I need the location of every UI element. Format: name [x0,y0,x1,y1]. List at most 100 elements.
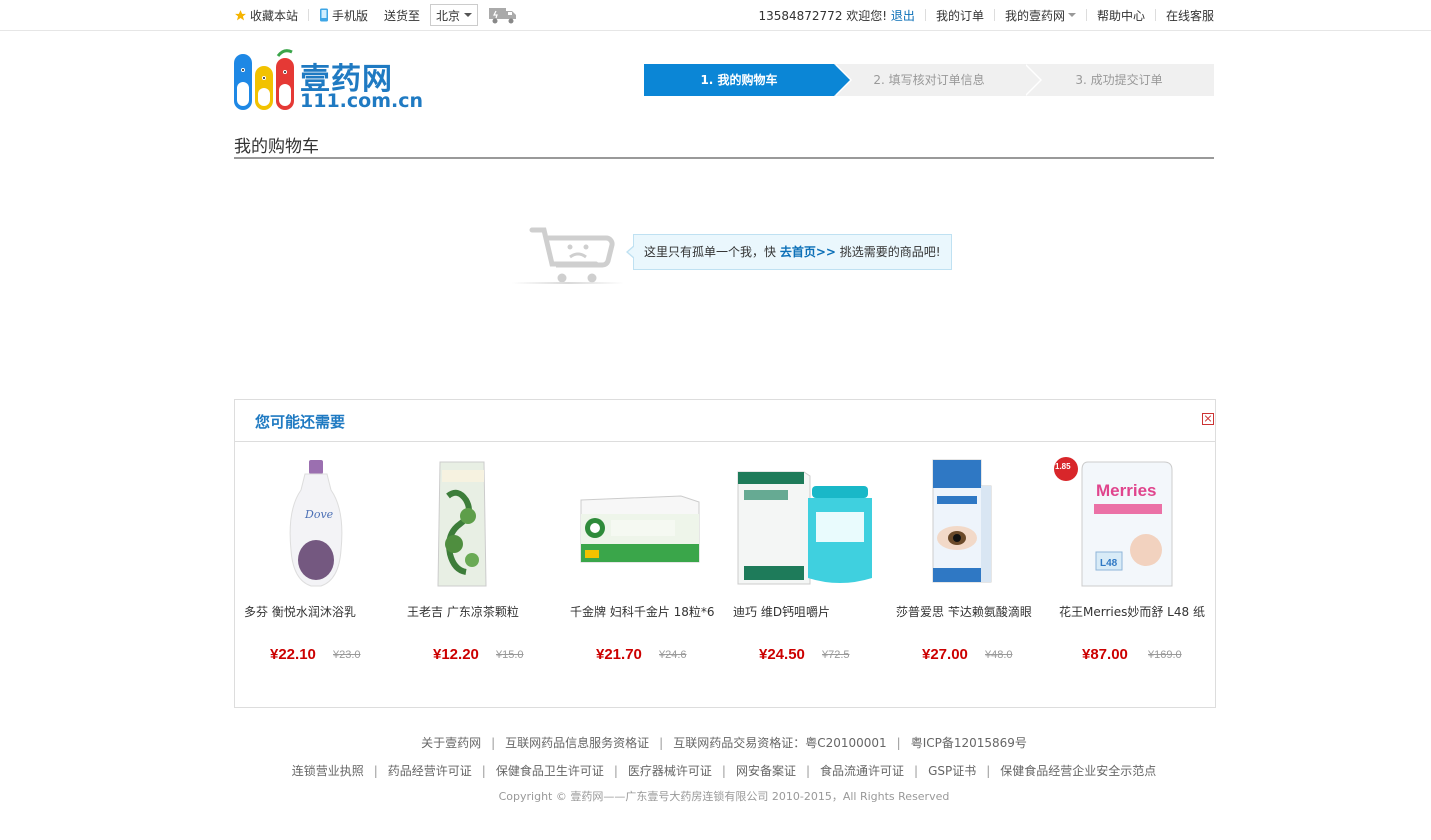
bookmark-label: 收藏本站 [250,8,299,23]
my-account-menu[interactable]: 我的壹药网 [1005,7,1076,24]
divider: | [613,763,618,778]
divider: | [805,763,811,778]
divider [308,9,310,21]
product-original-price: ¥24.6 [659,649,687,661]
step-submit-success: 3. 成功提交订单 [1024,64,1214,96]
logo-pills-icon [234,49,294,110]
divider: | [914,763,919,778]
copyright-text: Copyright © 壹药网——广东壹号大药房连锁有限公司 2010-2015… [498,790,950,803]
discount-badge: 1.85 [1055,462,1071,471]
footer-link[interactable]: 互联网药品交易资格证：粤C20100001 [673,734,886,751]
star-icon [235,9,246,20]
product-image [737,471,872,585]
footer-link[interactable]: 医疗器械许可证 [628,762,712,779]
logo-text-en: 111.com.cn [300,90,423,112]
divider: | [721,763,726,778]
delivery-truck-icon [489,8,517,24]
divider: | [481,763,486,778]
product-price: ¥22.10 [270,646,316,663]
product-original-price: ¥15.0 [496,649,524,661]
mobile-link[interactable]: 手机版 [319,7,368,24]
product-name: 千金牌 妇科千金片 18粒*6 [570,605,715,619]
product-card[interactable]: 千金牌 妇科千金片 18粒*6 ¥21.70 ¥24.6 [561,456,724,676]
divider [924,9,926,21]
ship-to-label: 送货至 [384,8,421,23]
mobile-label: 手机版 [332,8,369,23]
product-name: 王老吉 广东凉茶颗粒 [407,605,519,619]
recommendations-title: 您可能还需要 [255,413,346,431]
product-image: Dove [289,460,343,587]
product-price: ¥27.00 [922,646,968,663]
user-phone: 13584872772 [758,8,843,23]
svg-text:L48: L48 [1100,558,1118,569]
empty-cart-icon [529,227,615,283]
divider: | [896,735,901,750]
my-account-label: 我的壹药网 [1004,8,1065,23]
product-name: 花王Merries妙而舒 L48 纸 [1059,605,1205,619]
product-original-price: ¥23.0 [333,649,361,661]
product-original-price: ¥72.5 [822,649,850,661]
recommendations-panel: 您可能还需要 Dove 多芬 衡悦水润沐浴乳 ¥22.10 ¥23.0 王老吉 … [234,399,1216,708]
footer-links-row-1: 关于壹药网 | 互联网药品信息服务资格证 | 互联网药品交易资格证：粤C2010… [234,734,1214,751]
product-card[interactable]: Merries L48 1.85 花王Merries妙而舒 L48 纸 ¥87.… [1050,456,1213,676]
product-card[interactable]: 莎普爱思 苄达赖氨酸滴眼 ¥27.00 ¥48.0 [887,456,1050,676]
svg-text:Merries: Merries [1096,481,1156,500]
step-cart: 1. 我的购物车 [644,64,852,96]
product-image [580,495,700,563]
city-value: 北京 [436,8,461,23]
step-label: 1. 我的购物车 [700,73,778,87]
product-card[interactable]: 王老吉 广东凉茶颗粒 ¥12.20 ¥15.0 [398,456,561,676]
top-bar: 收藏本站 手机版 送货至 北京 13584872772 欢迎您! 退出 我的订单… [0,0,1431,31]
footer-link[interactable]: 食品流通许可证 [820,762,904,779]
product-card[interactable]: Dove 多芬 衡悦水润沐浴乳 ¥22.10 ¥23.0 [235,456,398,676]
footer-link[interactable]: 粤ICP备12015869号 [911,734,1027,751]
footer-link[interactable]: 连锁营业执照 [292,762,364,779]
product-price: ¥87.00 [1082,646,1128,663]
footer-link[interactable]: 保健食品卫生许可证 [496,762,604,779]
divider [1085,9,1087,21]
go-home-link[interactable]: 去首页>> [780,245,836,259]
step-fill-order: 2. 填写核对订单信息 [834,64,1042,96]
product-card[interactable]: 迪巧 维D钙咀嚼片 ¥24.50 ¥72.5 [724,456,887,676]
page-title: 我的购物车 [234,137,319,157]
footer-link[interactable]: 互联网药品信息服务资格证 [505,734,649,751]
footer-link[interactable]: 关于壹药网 [421,734,481,751]
site-logo[interactable]: 壹药网 111.com.cn [234,48,424,114]
divider: | [491,735,496,750]
footer-link[interactable]: 药品经营许可证 [388,762,472,779]
my-orders-link[interactable]: 我的订单 [936,7,984,24]
cart-shadow [512,282,624,284]
product-original-price: ¥169.0 [1148,649,1182,661]
product-price: ¥21.70 [596,646,642,663]
divider: | [373,763,378,778]
footer-link[interactable]: 网安备案证 [736,762,796,779]
product-image [932,459,992,583]
divider [1154,9,1156,21]
checkout-steps: 1. 我的购物车 2. 填写核对订单信息 3. 成功提交订单 [644,64,1214,96]
help-center-link[interactable]: 帮助中心 [1097,7,1145,24]
online-service-link[interactable]: 在线客服 [1166,7,1214,24]
footer-link[interactable]: 保健食品经营企业安全示范点 [1000,762,1156,779]
product-list: Dove 多芬 衡悦水润沐浴乳 ¥22.10 ¥23.0 王老吉 广东凉茶颗粒 … [235,456,1215,696]
close-icon[interactable] [1202,413,1214,425]
product-original-price: ¥48.0 [985,649,1013,661]
divider [993,9,995,21]
message-text: 这里只有孤单一个我，快 [644,245,777,259]
svg-text:Dove: Dove [304,508,334,521]
recommendations-header: 您可能还需要 [235,400,1215,442]
product-name: 莎普爱思 苄达赖氨酸滴眼 [896,605,1032,619]
empty-cart-notice: 这里只有孤单一个我，快 去首页>> 挑选需要的商品吧! [512,216,952,286]
divider: | [659,735,664,750]
footer-links-row-2: 连锁营业执照 | 药品经营许可证 | 保健食品卫生许可证 | 医疗器械许可证 |… [234,762,1214,779]
empty-cart-message: 这里只有孤单一个我，快 去首页>> 挑选需要的商品吧! [626,234,952,270]
step-label: 2. 填写核对订单信息 [873,73,985,87]
footer-link[interactable]: GSP证书 [928,762,976,779]
bookmark-link[interactable]: 收藏本站 [234,7,298,24]
product-name: 多芬 衡悦水润沐浴乳 [244,605,356,619]
chevron-down-icon [1067,13,1076,17]
welcome-text: 欢迎您! [846,8,888,23]
message-text: 挑选需要的商品吧! [839,245,941,259]
city-select[interactable]: 北京 [430,4,479,26]
logout-link[interactable]: 退出 [891,9,915,23]
divider: | [986,763,991,778]
